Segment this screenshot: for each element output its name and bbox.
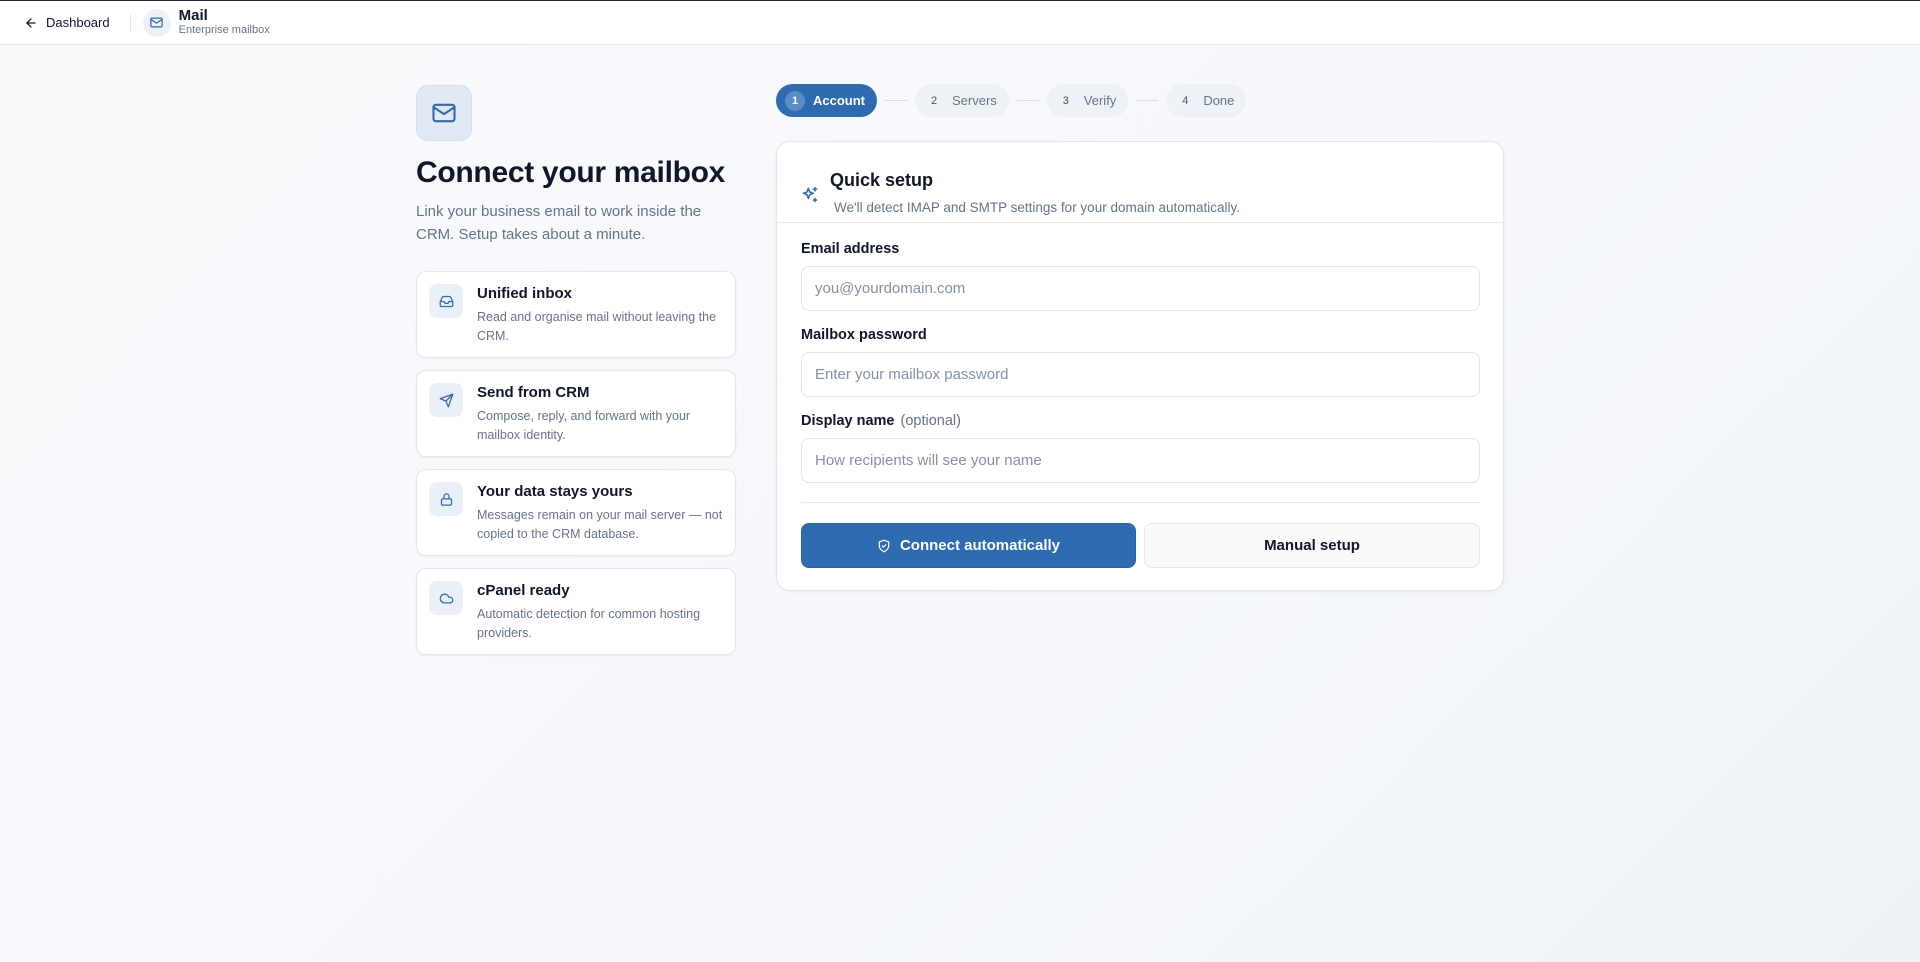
divider [129,13,131,32]
app-subtitle: Enterprise mailbox [178,24,270,36]
step-label: Verify [1083,93,1117,108]
email-field[interactable] [801,266,1480,311]
display-name-label: Display name (optional) [801,413,961,429]
arrow-left-icon [26,17,36,28]
feature-description: Compose, reply, and forward with your ma… [477,409,691,442]
feature-title: Unified inbox [477,285,572,302]
optional-hint: (optional) [900,413,961,429]
step-connector [1016,100,1039,101]
card-subtitle: We'll detect IMAP and SMTP settings for … [834,200,1241,215]
step-connector [885,100,907,101]
step-done[interactable]: 4 Done [1166,84,1247,117]
manual-setup-button[interactable]: Manual setup [1144,523,1480,568]
card-title: Quick setup [830,170,934,190]
step-label: Account [813,93,865,108]
app-title-block: Mail Enterprise mailbox [179,8,270,37]
app-title: Mail [178,7,208,24]
card-header: Quick setup We'll detect IMAP and SMTP s… [777,142,1503,223]
feature-card-data-stays-yours: Your data stays yours Messages remain on… [416,469,736,556]
feature-card-unified-inbox: Unified inbox Read and organise mail wit… [416,271,736,358]
sparkles-icon [802,186,818,203]
connect-automatically-label: Connect automatically [899,537,1061,554]
inbox-icon [429,284,463,318]
top-bar: Dashboard Mail Enterprise mailbox [0,0,1920,45]
step-verify[interactable]: 3 Verify [1046,84,1129,117]
page-title: Connect your mailbox [416,156,726,189]
lock-icon [429,482,463,516]
feature-description: Automatic detection for common hosting p… [477,607,701,640]
password-field[interactable] [801,352,1480,397]
step-connector [1136,100,1159,101]
shield-check-icon [878,539,890,552]
email-label: Email address [801,241,900,257]
display-name-field[interactable] [801,438,1480,483]
step-number: 4 [1182,94,1189,107]
step-number: 1 [785,90,805,111]
feature-title: cPanel ready [477,582,570,599]
send-icon [429,383,463,417]
setup-stepper: 1 Account 2 Servers 3 Verify 4 Done [776,84,1247,117]
feature-title: Send from CRM [477,384,590,401]
manual-setup-label: Manual setup [1264,537,1360,554]
page-description: Link your business email to work inside … [416,203,702,243]
step-label: Servers [952,93,997,108]
step-account[interactable]: 1 Account [776,84,877,117]
step-servers[interactable]: 2 Servers [915,84,1009,117]
step-label: Done [1203,93,1235,108]
feature-description: Read and organise mail without leaving t… [477,310,717,343]
feature-description: Messages remain on your mail server — no… [477,508,723,541]
back-label: Dashboard [46,15,110,30]
cloud-icon [429,581,463,615]
step-number: 3 [1062,94,1069,107]
quick-setup-card: Quick setup We'll detect IMAP and SMTP s… [776,141,1504,591]
divider [801,502,1480,503]
back-to-dashboard-link[interactable]: Dashboard [24,15,110,30]
display-name-label-text: Display name [801,413,895,429]
mail-icon [416,85,472,141]
feature-card-cpanel-ready: cPanel ready Automatic detection for com… [416,568,736,655]
feature-card-send-from-crm: Send from CRM Compose, reply, and forwar… [416,370,736,457]
step-number: 2 [930,94,938,107]
mail-app-icon [142,8,171,37]
connect-automatically-button[interactable]: Connect automatically [801,523,1136,568]
password-label: Mailbox password [801,327,927,343]
feature-title: Your data stays yours [477,483,633,500]
